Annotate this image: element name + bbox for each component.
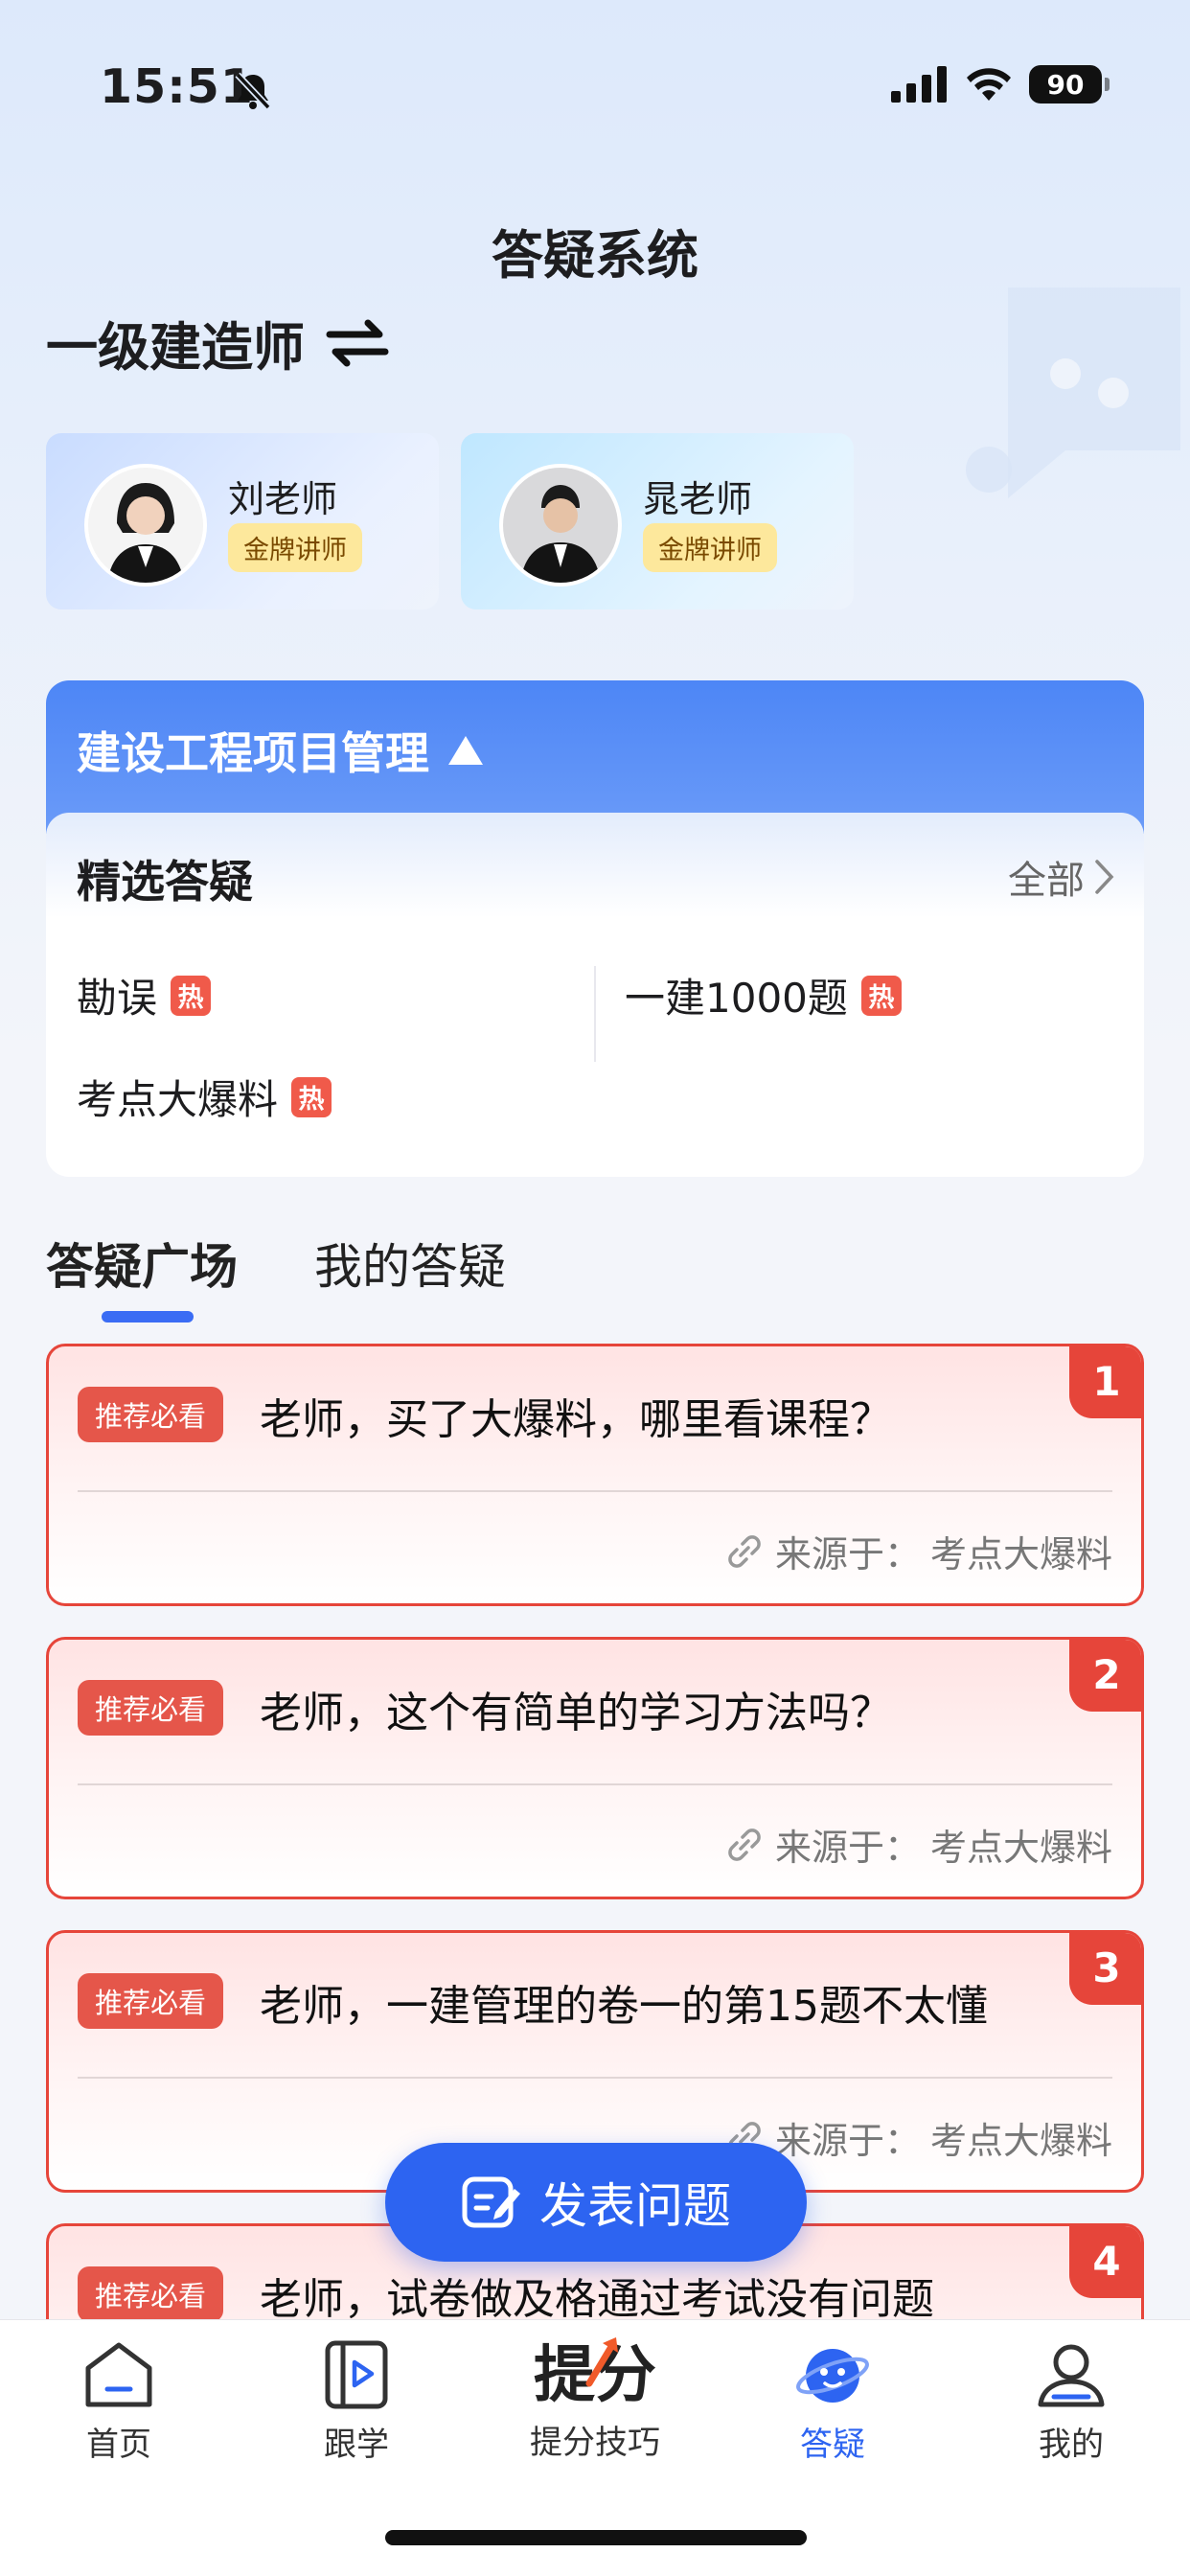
vertical-divider [594,966,596,1062]
question-text: 老师，试卷做及格通过考试没有问题 [260,2275,934,2324]
edit-note-icon [462,2176,520,2228]
featured-item-label: 勘误 [77,975,158,1022]
switch-arrows-icon [326,319,389,366]
question-text: 老师，一建管理的卷一的第15题不太懂 [260,1982,988,2031]
teacher-badge: 金牌讲师 [228,523,362,572]
signal-icon [891,66,947,103]
featured-item-1000[interactable]: 一建1000题 热 [625,966,902,1024]
question-card[interactable]: 1 推荐必看 老师，买了大爆料，哪里看课程？ 来源于： 考点大爆料 [46,1344,1144,1606]
teacher-name: 刘老师 [228,478,338,520]
post-question-label: 发表问题 [539,2178,731,2234]
featured-item-leaks[interactable]: 考点大爆料 热 [77,1068,332,1126]
tabbar-item-mine[interactable]: 我的 [975,2339,1167,2465]
rank-badge: 3 [1069,1933,1141,2005]
rank-badge: 4 [1069,2226,1141,2298]
featured-title: 精选答疑 [77,856,253,908]
play-book-icon [325,2340,388,2409]
teacher-card[interactable]: 晁老师 金牌讲师 [461,433,854,610]
recommend-tag: 推荐必看 [78,2266,224,2322]
tabbar-item-home[interactable]: 首页 [23,2339,215,2465]
source-label: 来源于： [774,2120,921,2162]
home-indicator [385,2530,807,2545]
qa-planet-icon [796,2349,869,2403]
post-question-button[interactable]: 发表问题 [385,2143,807,2262]
tabbar-label: 跟学 [324,2426,389,2464]
view-all-link[interactable]: 全部 [1008,849,1115,905]
question-text: 老师，这个有简单的学习方法吗？ [260,1689,892,1737]
divider [78,1490,1112,1492]
rank-badge: 2 [1069,1640,1141,1712]
wifi-icon [967,68,1011,101]
view-all-label: 全部 [1008,859,1085,903]
question-source: 来源于： 考点大爆料 [723,1525,1112,1577]
tab-my-qa[interactable]: 我的答疑 [314,1229,506,1298]
qa-tabs: 答疑广场 我的答疑 [46,1229,506,1298]
tabbar-label: 首页 [86,2426,151,2464]
teacher-card[interactable]: 刘老师 金牌讲师 [46,433,439,610]
question-text: 老师，买了大爆料，哪里看课程？ [260,1395,892,1444]
status-time: 15:51 [100,59,254,114]
recommend-tag: 推荐必看 [78,1680,224,1736]
divider [78,1783,1112,1785]
subject-title: 一级建造师 [46,317,305,378]
question-card[interactable]: 2 推荐必看 老师，这个有简单的学习方法吗？ 来源于： 考点大爆料 [46,1637,1144,1899]
chevron-right-icon [1095,860,1114,894]
tabbar-label: 我的 [1039,2426,1104,2464]
link-icon [728,1828,761,1861]
mute-bell-icon [234,71,272,115]
recommend-tag: 推荐必看 [78,1973,224,2029]
teacher-avatar [84,464,207,586]
arrow-up-icon [585,2337,618,2387]
course-title: 建设工程项目管理 [77,727,429,779]
source-name: 考点大爆料 [929,1827,1112,1869]
chat-bubble-decoration [950,249,1190,540]
source-name: 考点大爆料 [929,2120,1112,2162]
course-selector[interactable]: 建设工程项目管理 [46,680,1144,834]
teacher-name: 晁老师 [643,478,753,520]
tabbar-label: 答疑 [800,2426,865,2464]
tabbar-item-follow[interactable]: 跟学 [261,2339,452,2465]
battery-indicator: 90 [1029,65,1110,104]
tabbar-item-tips[interactable]: 提分 提分技巧 [499,2337,691,2463]
hot-badge: 热 [171,975,212,1016]
status-indicators: 90 [891,65,1110,104]
hot-badge: 热 [291,1076,332,1117]
tab-qa-square[interactable]: 答疑广场 [46,1229,238,1298]
hot-badge: 热 [860,975,902,1016]
link-icon [728,1534,761,1568]
source-label: 来源于： [774,1827,921,1869]
featured-item-errata[interactable]: 勘误 热 [77,966,212,1024]
question-source: 来源于： 考点大爆料 [723,1818,1112,1871]
featured-qa-card: 精选答疑 全部 勘误 热 一建1000题 热 考点大爆料 热 [46,813,1144,1177]
tabbar-item-qa[interactable]: 答疑 [737,2339,928,2465]
source-label: 来源于： [774,1533,921,1576]
recommend-tag: 推荐必看 [78,1387,224,1442]
active-tab-indicator [102,1311,194,1322]
source-name: 考点大爆料 [929,1533,1112,1576]
rank-badge: 1 [1069,1346,1141,1418]
user-icon [1038,2344,1105,2407]
featured-item-label: 考点大爆料 [77,1076,279,1123]
tabbar-label: 提分技巧 [530,2424,660,2462]
triangle-up-icon [448,736,483,765]
teacher-avatar [499,464,622,586]
divider [78,2077,1112,2079]
home-icon [85,2342,152,2407]
featured-item-label: 一建1000题 [625,975,848,1022]
teacher-badge: 金牌讲师 [643,523,777,572]
subject-switcher[interactable]: 一级建造师 [46,305,389,380]
